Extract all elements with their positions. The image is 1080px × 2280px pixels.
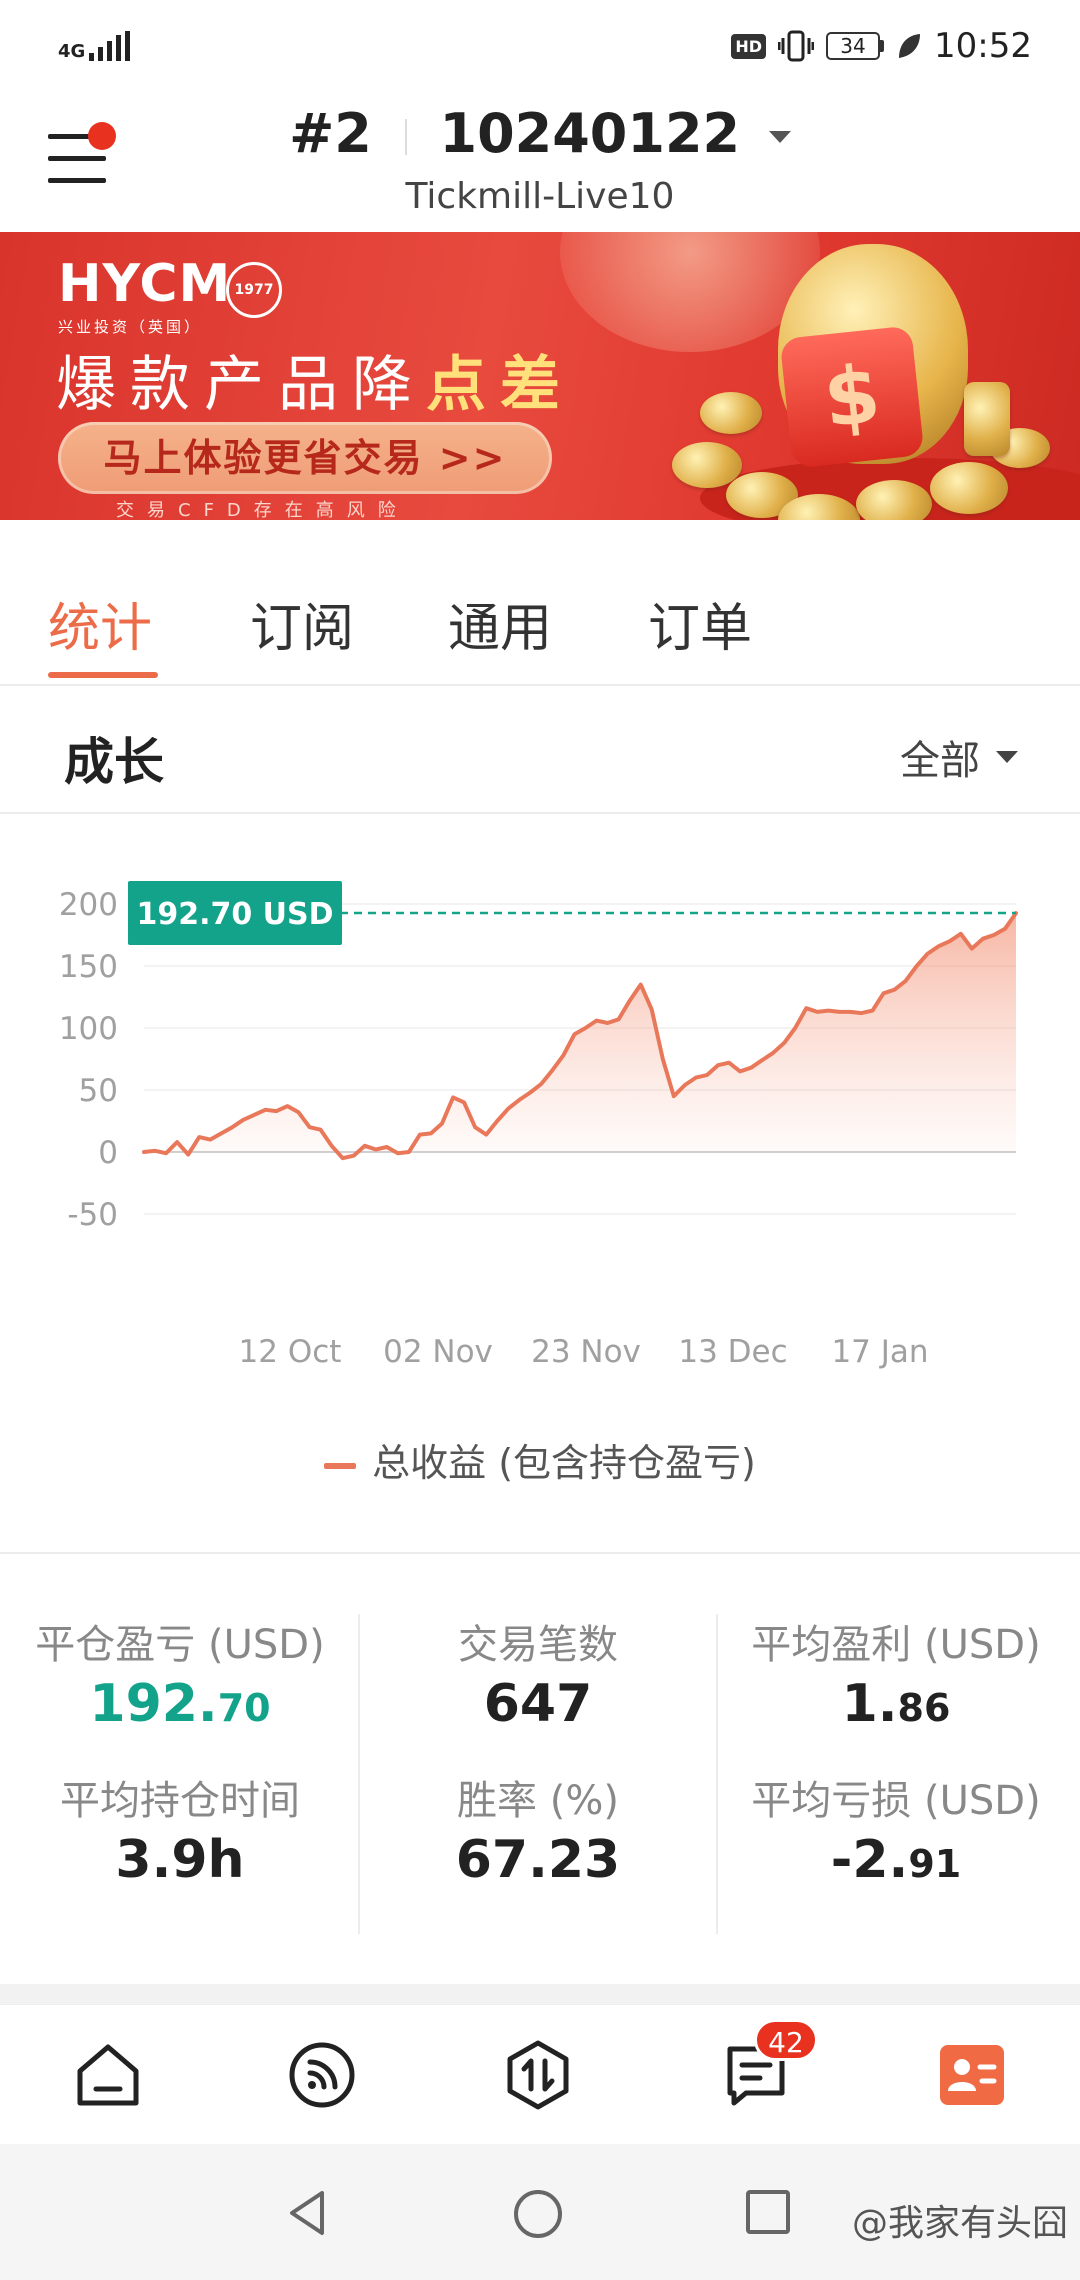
account-number: 10240122 xyxy=(439,102,741,165)
server-name: Tickmill-Live10 xyxy=(405,176,675,217)
chevron-down-icon xyxy=(996,751,1018,763)
stat-win-rate: 胜率 (%) 67.23 xyxy=(358,1768,718,1890)
x-tick-label: 13 Dec xyxy=(678,1334,787,1370)
section-divider xyxy=(0,1984,1080,2004)
risk-notice: 交易CFD存在高风险 xyxy=(116,500,409,520)
stat-label: 平均盈利 (USD) xyxy=(751,1622,1041,1668)
feed-icon xyxy=(289,2042,355,2108)
growth-title: 成长 xyxy=(64,733,164,791)
y-tick-label: 0 xyxy=(98,1135,118,1171)
status-bar: 4G HD 34 10:52 xyxy=(0,0,1080,92)
stat-label: 平均亏损 (USD) xyxy=(751,1778,1041,1824)
stat-closed-pnl: 平仓盈亏 (USD) 192.70 xyxy=(0,1612,360,1734)
stat-label: 交易笔数 xyxy=(458,1622,618,1668)
y-tick-label: -50 xyxy=(67,1197,118,1233)
stats-grid: 平仓盈亏 (USD) 192.70 交易笔数 647 平均盈利 (USD) 1.… xyxy=(0,1552,1080,1984)
stat-avg-loss: 平均亏损 (USD) -2.91 xyxy=(716,1768,1076,1890)
bottom-nav: 42 xyxy=(0,2004,1080,2144)
y-tick-label: 50 xyxy=(79,1073,118,1109)
series-area xyxy=(144,913,1016,1159)
promo-banner[interactable]: $ HYCM 1977 兴业投资（英国） 爆款产品降点差 马上体验更省交易 >>… xyxy=(0,232,1080,520)
range-dropdown-label: 全部 xyxy=(900,738,980,784)
recents-icon[interactable] xyxy=(744,2188,792,2236)
banner-headline-highlight: 点差 xyxy=(426,350,574,420)
nav-trade[interactable] xyxy=(498,2035,578,2115)
x-tick-label: 23 Nov xyxy=(531,1334,641,1370)
system-nav-bar: @我家有头囧 xyxy=(0,2144,1080,2280)
account-prefix: #2 xyxy=(289,102,372,165)
legend-swatch xyxy=(324,1462,357,1469)
nav-profile[interactable] xyxy=(932,2035,1012,2115)
stat-label: 胜率 (%) xyxy=(457,1778,619,1824)
banner-headline: 爆款产品降点差 xyxy=(56,350,574,420)
stat-value: -2.91 xyxy=(830,1830,962,1890)
banner-cta-button[interactable]: 马上体验更省交易 >> xyxy=(58,422,552,494)
stat-avg-hold-time: 平均持仓时间 3.9h xyxy=(0,1768,360,1890)
battery-level: 34 xyxy=(826,32,881,60)
nav-messages[interactable]: 42 xyxy=(716,2019,818,2115)
tab-general[interactable]: 通用 xyxy=(448,586,552,661)
chart-legend[interactable]: 总收益 (包含持仓盈亏) xyxy=(0,1432,1080,1487)
growth-chart[interactable]: 200 150 100 50 0 -50 12 Oct 02 Nov 23 Nov 13 Dec… xyxy=(0,814,1080,1550)
y-tick-label: 100 xyxy=(59,1011,118,1047)
status-right-group: HD 34 10:52 xyxy=(731,26,1032,66)
tab-orders[interactable]: 订单 xyxy=(648,586,752,661)
signal-indicator: 4G xyxy=(58,31,131,62)
growth-section-header: 成长 全部 xyxy=(0,686,1080,814)
brand-logo: HYCM xyxy=(58,254,232,314)
stat-label: 平仓盈亏 (USD) xyxy=(35,1622,325,1668)
home-icon xyxy=(77,2044,139,2106)
stat-value: 67.23 xyxy=(455,1830,621,1890)
stat-label: 平均持仓时间 xyxy=(60,1778,300,1824)
section-tabs: 统计 订阅 通用 订单 xyxy=(0,520,1080,686)
dollar-sign-icon: $ xyxy=(779,325,925,469)
tab-statistics[interactable]: 统计 xyxy=(48,586,152,661)
nav-feed[interactable] xyxy=(282,2035,362,2115)
brand-seal: 1977 xyxy=(226,262,282,318)
latest-value-label: 192.70 USD xyxy=(136,897,333,932)
stat-value: 1.86 xyxy=(841,1674,951,1734)
nav-home[interactable] xyxy=(68,2035,148,2115)
watermark: @我家有头囧 xyxy=(851,2203,1068,2244)
x-tick-label: 17 Jan xyxy=(831,1334,928,1370)
profile-icon xyxy=(940,2045,1004,2105)
vibrate-icon xyxy=(778,30,815,62)
growth-chart-svg: 200 150 100 50 0 -50 12 Oct 02 Nov 23 Nov 13 Dec… xyxy=(59,881,1018,1370)
y-tick-label: 200 xyxy=(59,887,118,923)
hd-voice-icon: HD xyxy=(731,33,767,59)
signal-strength-icon xyxy=(89,31,131,61)
brand-subtitle: 兴业投资（英国） xyxy=(58,318,203,336)
stat-value: 3.9h xyxy=(115,1830,245,1890)
battery-icon: 34 xyxy=(826,32,885,60)
network-type-label: 4G xyxy=(58,41,86,62)
range-dropdown[interactable]: 全部 xyxy=(900,728,1018,786)
x-tick-label: 12 Oct xyxy=(239,1334,342,1370)
stat-trade-count: 交易笔数 647 xyxy=(358,1612,718,1734)
account-selector[interactable]: #2 10240122 xyxy=(0,102,1080,165)
stat-value: 192.70 xyxy=(89,1674,271,1734)
messages-badge: 42 xyxy=(754,2019,818,2061)
trade-icon xyxy=(507,2040,569,2110)
tab-subscription[interactable]: 订阅 xyxy=(250,586,354,661)
y-tick-label: 150 xyxy=(59,949,118,985)
chevron-down-icon xyxy=(768,131,791,144)
clock-time: 10:52 xyxy=(934,26,1032,66)
back-icon[interactable] xyxy=(282,2188,332,2238)
legend-label: 总收益 (包含持仓盈亏) xyxy=(372,1441,756,1485)
app-header: #2 10240122 Tickmill-Live10 xyxy=(0,92,1080,232)
stat-avg-profit: 平均盈利 (USD) 1.86 xyxy=(716,1612,1076,1734)
active-tab-indicator xyxy=(48,672,158,678)
home-circle-icon[interactable] xyxy=(512,2188,564,2240)
x-tick-label: 02 Nov xyxy=(383,1334,493,1370)
stat-value: 647 xyxy=(483,1674,593,1734)
leaf-icon xyxy=(899,34,921,58)
